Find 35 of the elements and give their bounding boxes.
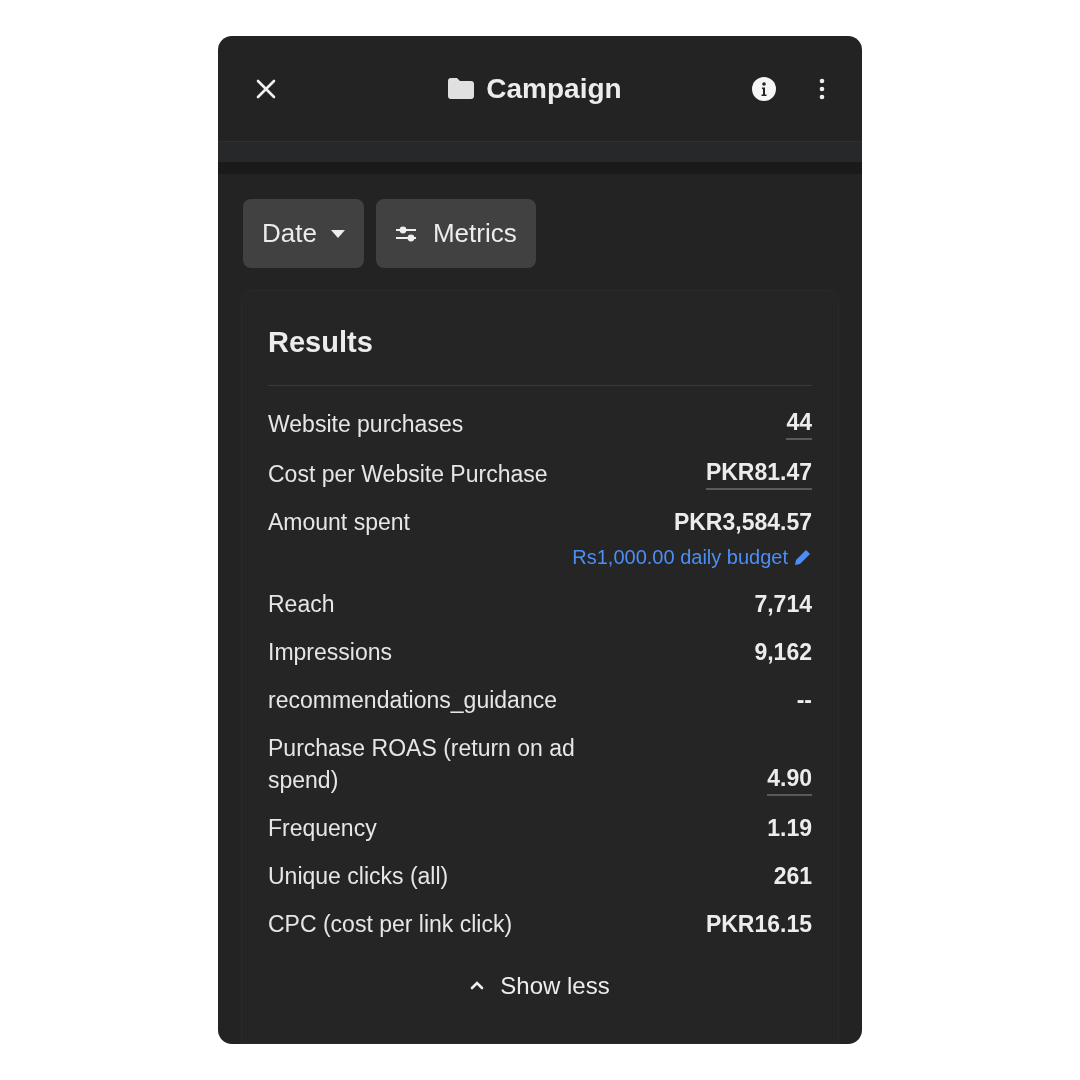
metrics-button[interactable]: Metrics (375, 199, 536, 268)
info-icon (752, 76, 776, 101)
daily-budget-link[interactable]: Rs1,000.00 daily budget (572, 541, 788, 572)
metric-label: Frequency (268, 813, 377, 843)
more-icon (819, 77, 825, 100)
show-less-button[interactable]: Show less (470, 967, 610, 1004)
metric-label: CPC (cost per link click) (268, 909, 513, 939)
metric-label: Website purchases (268, 409, 464, 439)
date-dropdown[interactable]: Date (243, 199, 364, 268)
close-icon (255, 77, 277, 100)
metric-value: 261 (773, 861, 812, 891)
metric-value[interactable]: 44 (786, 405, 812, 440)
metric-label: recommendations_guidance (268, 685, 557, 715)
metric-value: 9,162 (754, 637, 812, 667)
metric-value: PKR16.15 (705, 909, 812, 939)
card-title: Results (268, 321, 812, 386)
metric-value: PKR3,584.57 (673, 507, 812, 537)
metric-label: Unique clicks (all) (268, 861, 449, 891)
metric-label: Purchase ROAS (return on ad spend) (268, 733, 576, 795)
metric-label: Amount spent (268, 507, 410, 537)
metric-value[interactable]: 4.90 (767, 761, 812, 796)
metric-value[interactable]: PKR81.47 (705, 455, 812, 490)
info-button[interactable] (750, 74, 778, 103)
metric-label: Impressions (268, 637, 392, 667)
metric-value: -- (796, 685, 812, 715)
caret-icon (330, 229, 345, 238)
header-title: Campaign (486, 71, 622, 106)
metric-value: 1.19 (767, 813, 812, 843)
pencil-icon (794, 547, 812, 566)
sliders-icon (394, 224, 419, 243)
folder-icon (448, 78, 475, 99)
metric-value: 7,714 (754, 589, 812, 619)
chevron-up-icon (470, 981, 485, 990)
metric-label: Cost per Website Purchase (268, 459, 548, 489)
metric-label: Reach (268, 589, 335, 619)
